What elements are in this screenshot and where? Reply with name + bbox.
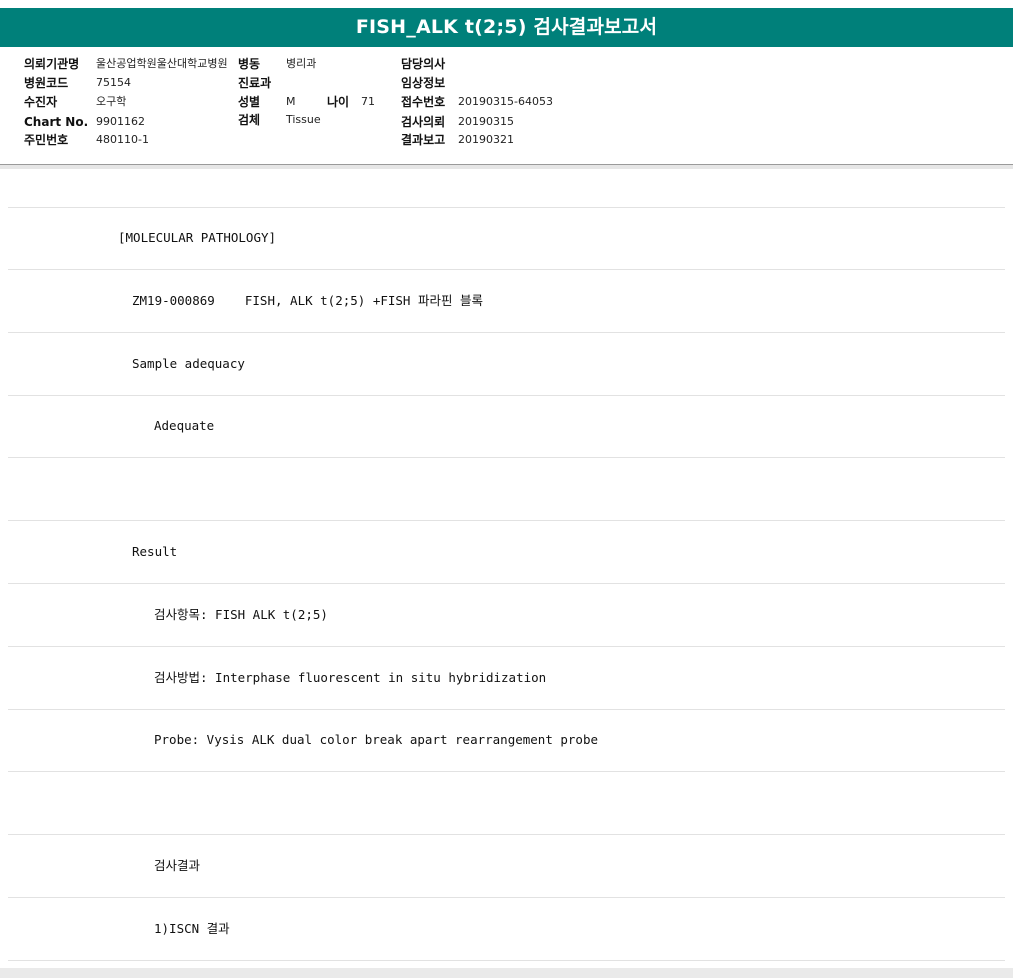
request-date-value: 20190315 [458,115,514,128]
test-code-line: ZM19-000869 FISH, ALK t(2;5) +FISH 파라핀 블… [132,293,483,308]
institution-label: 의뢰기관명 [24,57,80,71]
report-line: 1)ISCN 결과 [8,899,1005,961]
report-line: 검사항목: FISH ALK t(2;5) [8,585,1005,647]
age-value: 71 [361,95,375,108]
section-heading: [MOLECULAR PATHOLOGY] [118,230,277,245]
sample-adequacy-value: Adequate [154,418,215,433]
report-line [8,146,1005,208]
chart-no-value: 9901162 [96,115,145,128]
specimen-label: 검체 [238,113,261,127]
report-line: ZM19-000869 FISH, ALK t(2;5) +FISH 파라핀 블… [8,271,1005,333]
test-result-heading: 검사결과 [154,858,201,873]
report-line [8,773,1005,835]
receipt-no-label: 접수번호 [401,95,446,109]
doctor-label: 담당의사 [401,57,446,71]
resident-no-value: 480110-1 [96,133,149,146]
patient-name-label: 수진자 [24,95,58,109]
receipt-no-value: 20190315-64053 [458,95,553,108]
report-line: [MOLECULAR PATHOLOGY] [8,208,1005,270]
report-line: Result [8,522,1005,584]
hospital-code-label: 병원코드 [24,76,69,90]
sample-adequacy-heading: Sample adequacy [132,356,245,371]
request-date-label: 검사의뢰 [401,115,446,129]
iscn-result-line: 1)ISCN 결과 [154,921,230,936]
institution-value: 울산공업학원울산대학교병원 [96,57,228,70]
age-label: 나이 [327,95,350,109]
probe-line: Probe: Vysis ALK dual color break apart … [154,732,599,747]
specimen-value: Tissue [286,113,321,126]
test-method-line: 검사방법: Interphase fluorescent in situ hyb… [154,670,547,685]
hospital-code-value: 75154 [96,76,131,89]
patient-name-value: 오구학 [96,95,127,108]
chart-no-label: Chart No. [24,115,89,129]
report-line [8,459,1005,521]
report-line: Probe: Vysis ALK dual color break apart … [8,710,1005,772]
ward-label: 병동 [238,57,261,71]
report-line: Adequate [8,396,1005,458]
report-date-value: 20190321 [458,133,514,146]
clinical-info-label: 임상정보 [401,76,446,90]
report-body: [MOLECULAR PATHOLOGY] ZM19-000869 FISH, … [0,169,1013,968]
report-line: 검사방법: Interphase fluorescent in situ hyb… [8,648,1005,710]
result-heading: Result [132,544,178,559]
test-item-line: 검사항목: FISH ALK t(2;5) [154,607,328,622]
report-title: FISH_ALK t(2;5) 검사결과보고서 [0,8,1013,47]
sex-value: M [286,95,296,108]
sex-label: 성별 [238,95,261,109]
top-strip [0,0,1013,8]
ward-value: 병리과 [286,57,317,70]
report-line: Sample adequacy [8,334,1005,396]
report-date-label: 결과보고 [401,133,446,147]
resident-no-label: 주민번호 [24,133,69,147]
bottom-strip [0,968,1013,978]
department-label: 진료과 [238,76,272,90]
report-line: 검사결과 [8,836,1005,898]
